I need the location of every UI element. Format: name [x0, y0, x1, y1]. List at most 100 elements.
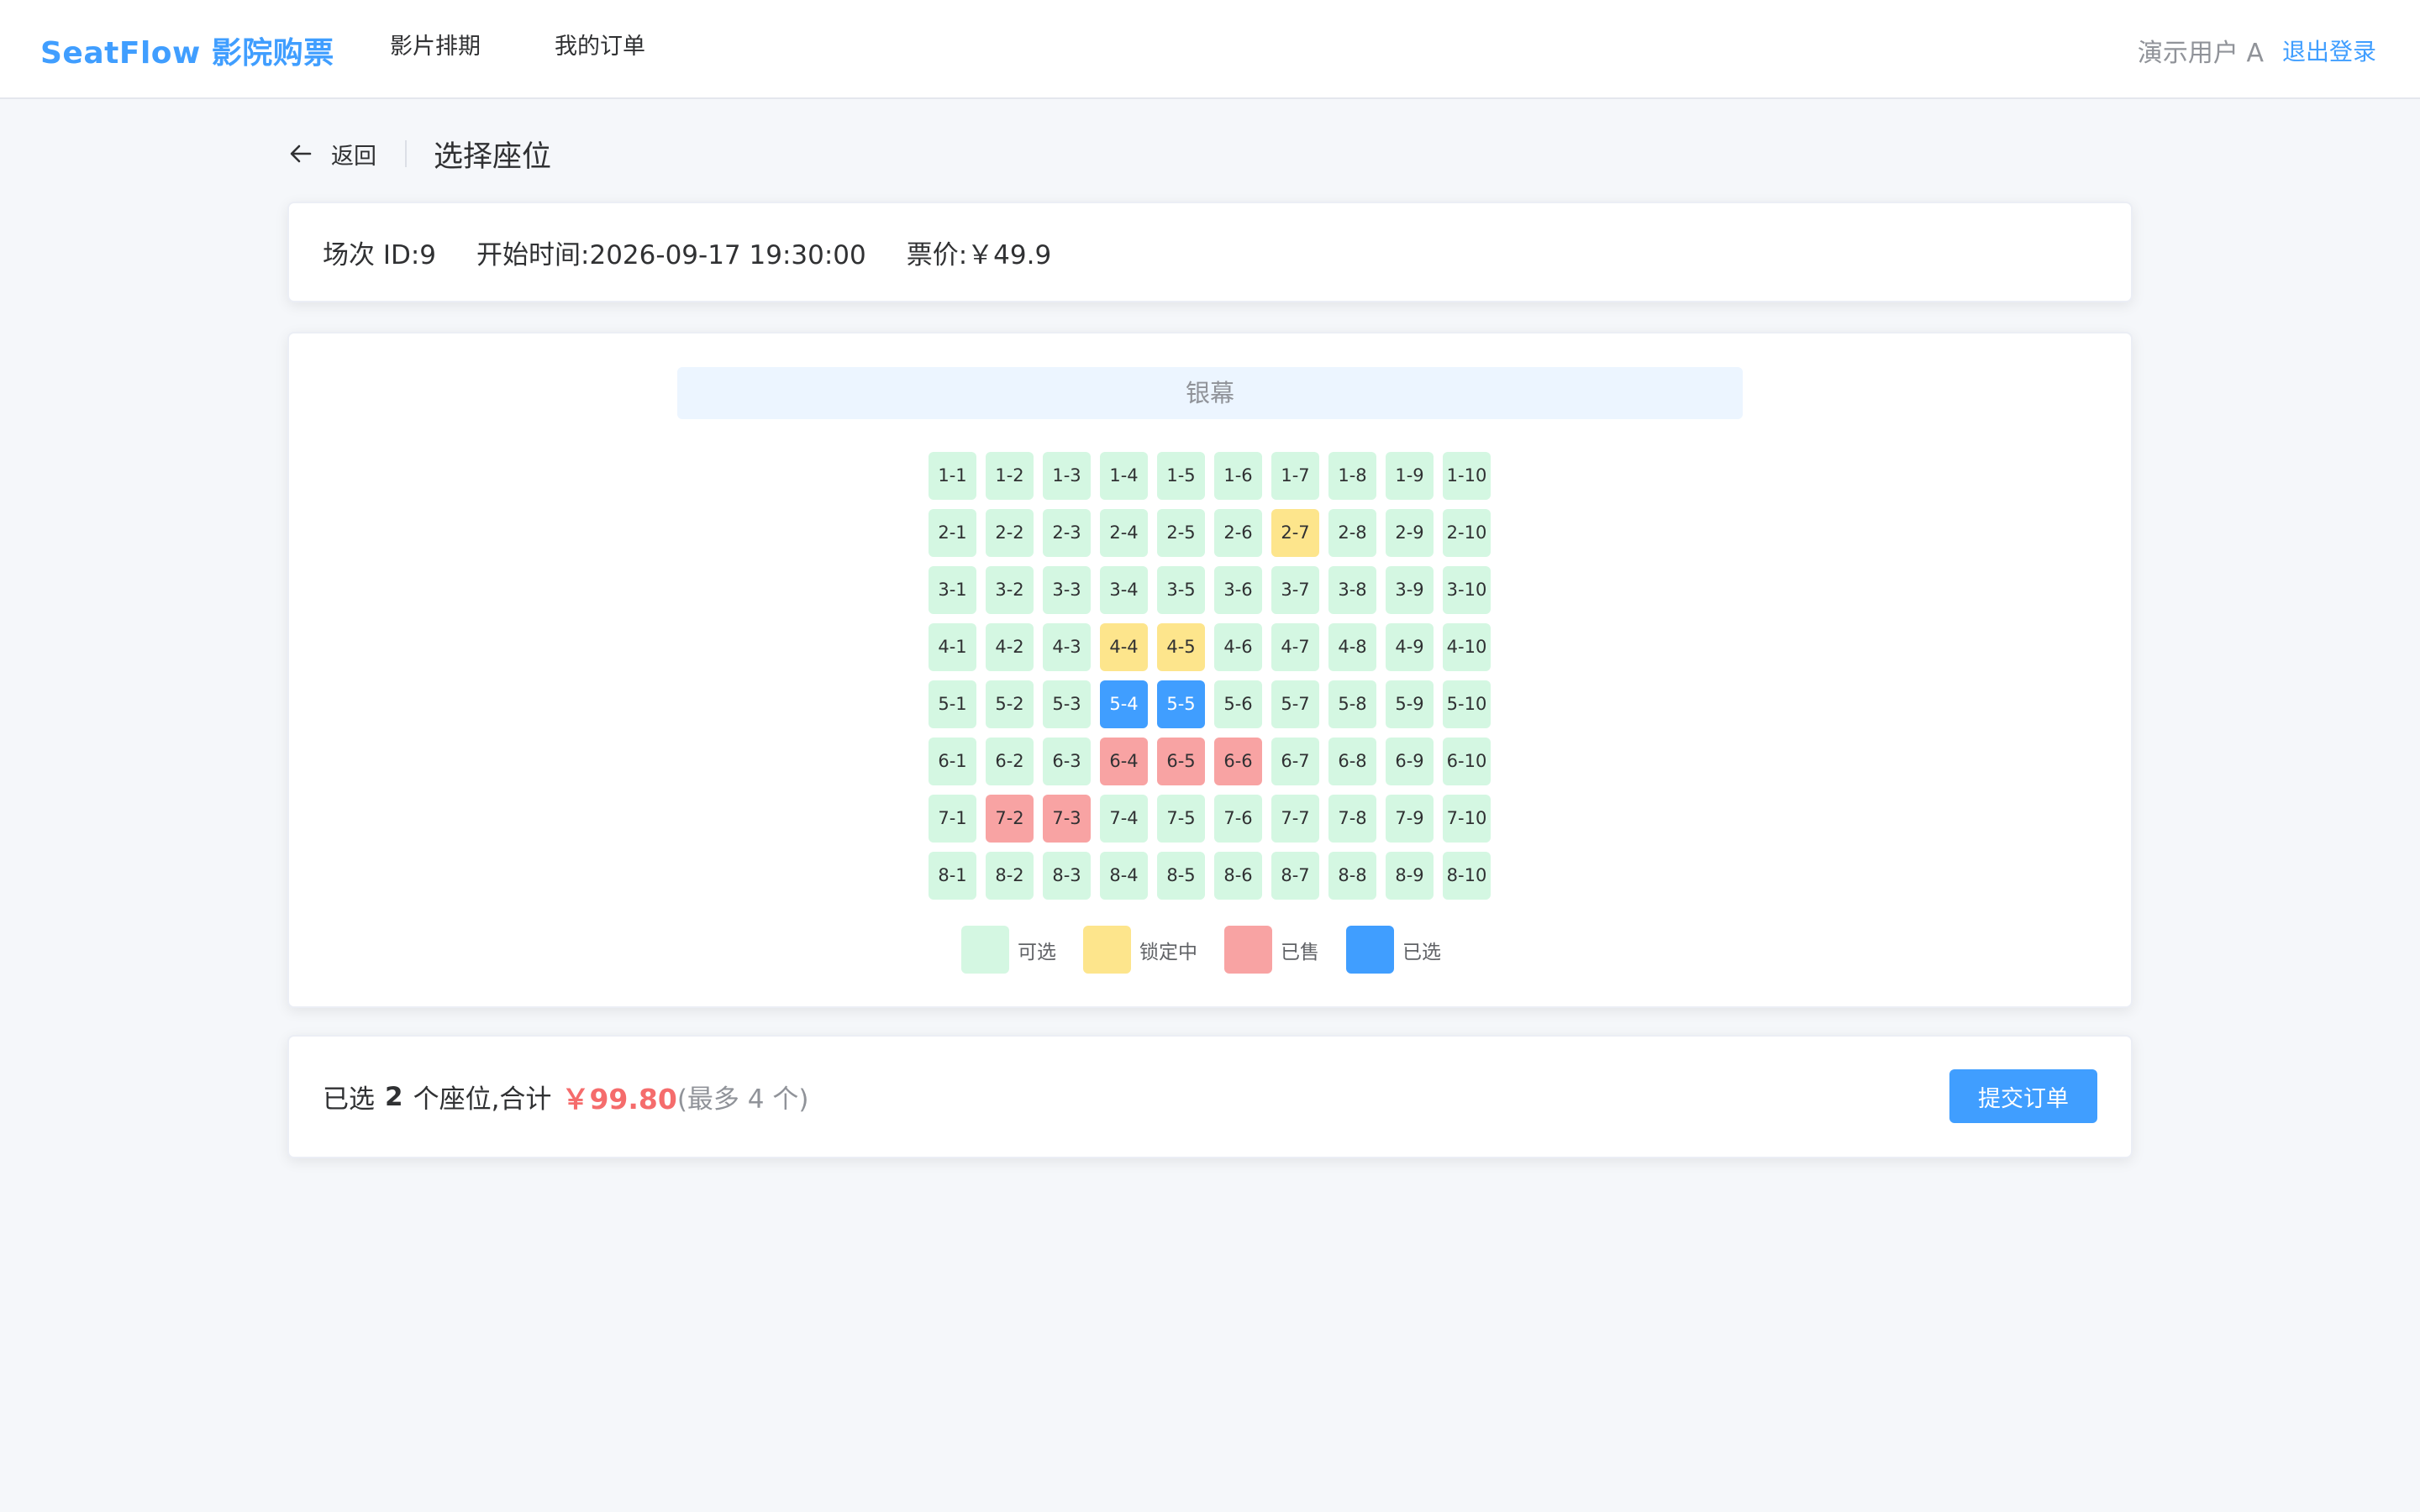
seat-4-10[interactable]: 4-10	[1443, 623, 1491, 671]
seat-2-1[interactable]: 2-1	[929, 509, 976, 557]
seat-8-10[interactable]: 8-10	[1443, 852, 1491, 900]
seat-8-6[interactable]: 8-6	[1214, 852, 1262, 900]
brand-logo[interactable]: SeatFlow 影院购票	[40, 29, 334, 72]
seat-7-3[interactable]: 7-3	[1043, 795, 1091, 843]
seat-5-2[interactable]: 5-2	[986, 680, 1034, 728]
seat-5-8[interactable]: 5-8	[1328, 680, 1376, 728]
user-area: 演示用户 A 退出登录	[2138, 32, 2376, 69]
seat-7-2[interactable]: 7-2	[986, 795, 1034, 843]
seat-6-4[interactable]: 6-4	[1100, 738, 1148, 785]
seat-8-9[interactable]: 8-9	[1386, 852, 1434, 900]
seat-1-3[interactable]: 1-3	[1043, 452, 1091, 500]
seat-2-8[interactable]: 2-8	[1328, 509, 1376, 557]
seat-1-5[interactable]: 1-5	[1157, 452, 1205, 500]
seat-4-1[interactable]: 4-1	[929, 623, 976, 671]
user-name: 演示用户 A	[2137, 39, 2264, 68]
seat-2-3[interactable]: 2-3	[1043, 509, 1091, 557]
seat-2-6[interactable]: 2-6	[1214, 509, 1262, 557]
seat-7-1[interactable]: 7-1	[929, 795, 976, 843]
seat-7-4[interactable]: 7-4	[1100, 795, 1148, 843]
seat-2-2[interactable]: 2-2	[986, 509, 1034, 557]
seat-5-10[interactable]: 5-10	[1443, 680, 1491, 728]
main-nav: 影片排期 我的订单	[353, 0, 682, 97]
seat-4-6[interactable]: 4-6	[1214, 623, 1262, 671]
seat-4-8[interactable]: 4-8	[1328, 623, 1376, 671]
seat-7-5[interactable]: 7-5	[1157, 795, 1205, 843]
seat-4-7[interactable]: 4-7	[1271, 623, 1319, 671]
seat-5-5[interactable]: 5-5	[1157, 680, 1205, 728]
seat-8-8[interactable]: 8-8	[1328, 852, 1376, 900]
seat-2-9[interactable]: 2-9	[1386, 509, 1434, 557]
seat-5-7[interactable]: 5-7	[1271, 680, 1319, 728]
seat-6-2[interactable]: 6-2	[986, 738, 1034, 785]
logout-link[interactable]: 退出登录	[2282, 34, 2376, 67]
seat-1-8[interactable]: 1-8	[1328, 452, 1376, 500]
seat-6-7[interactable]: 6-7	[1271, 738, 1319, 785]
ticket-price: 票价:￥49.9	[906, 239, 1052, 270]
seat-3-5[interactable]: 3-5	[1157, 566, 1205, 614]
seat-4-4[interactable]: 4-4	[1100, 623, 1148, 671]
seat-7-9[interactable]: 7-9	[1386, 795, 1434, 843]
legend-label: 已选	[1402, 941, 1441, 963]
seat-2-4[interactable]: 2-4	[1100, 509, 1148, 557]
legend-label: 已售	[1281, 941, 1319, 963]
seat-3-9[interactable]: 3-9	[1386, 566, 1434, 614]
seat-1-7[interactable]: 1-7	[1271, 452, 1319, 500]
seat-4-2[interactable]: 4-2	[986, 623, 1034, 671]
seat-3-7[interactable]: 3-7	[1271, 566, 1319, 614]
seat-6-3[interactable]: 6-3	[1043, 738, 1091, 785]
seat-6-6[interactable]: 6-6	[1214, 738, 1262, 785]
seat-3-2[interactable]: 3-2	[986, 566, 1034, 614]
seat-8-2[interactable]: 8-2	[986, 852, 1034, 900]
seat-grid: 1-1 1-2 1-3 1-4 1-5 1-6 1-7 1-8 1-9 1-10 2-1 2-2 2-3…	[929, 452, 1491, 900]
total-price: ￥99.80	[561, 1082, 677, 1116]
seat-2-5[interactable]: 2-5	[1157, 509, 1205, 557]
seat-3-3[interactable]: 3-3	[1043, 566, 1091, 614]
seat-1-6[interactable]: 1-6	[1214, 452, 1262, 500]
seat-7-7[interactable]: 7-7	[1271, 795, 1319, 843]
seat-map-card: 银幕 1-1 1-2 1-3 1-4 1-5 1-6 1-7 1-8 1-9 1-10 2-1 2-2…	[287, 332, 2133, 1008]
nav-item-my-orders[interactable]: 我的订单	[518, 0, 682, 97]
seat-3-1[interactable]: 3-1	[929, 566, 976, 614]
seat-6-10[interactable]: 6-10	[1443, 738, 1491, 785]
seat-8-1[interactable]: 8-1	[929, 852, 976, 900]
seat-3-10[interactable]: 3-10	[1443, 566, 1491, 614]
seat-4-9[interactable]: 4-9	[1386, 623, 1434, 671]
seat-7-10[interactable]: 7-10	[1443, 795, 1491, 843]
seat-4-5[interactable]: 4-5	[1157, 623, 1205, 671]
seat-1-9[interactable]: 1-9	[1386, 452, 1434, 500]
seat-7-8[interactable]: 7-8	[1328, 795, 1376, 843]
seat-legend: 可选 锁定中 已售 已选	[961, 926, 1468, 974]
seat-2-7[interactable]: 2-7	[1271, 509, 1319, 557]
seat-8-5[interactable]: 8-5	[1157, 852, 1205, 900]
seat-6-8[interactable]: 6-8	[1328, 738, 1376, 785]
seat-8-7[interactable]: 8-7	[1271, 852, 1319, 900]
legend-item-selected: 已选	[1346, 926, 1441, 974]
seat-4-3[interactable]: 4-3	[1043, 623, 1091, 671]
seat-1-10[interactable]: 1-10	[1443, 452, 1491, 500]
nav-item-schedule[interactable]: 影片排期	[353, 0, 518, 97]
seat-3-4[interactable]: 3-4	[1100, 566, 1148, 614]
seat-3-6[interactable]: 3-6	[1214, 566, 1262, 614]
seat-5-6[interactable]: 5-6	[1214, 680, 1262, 728]
page-title: 选择座位	[434, 139, 552, 174]
seat-8-4[interactable]: 8-4	[1100, 852, 1148, 900]
seat-8-3[interactable]: 8-3	[1043, 852, 1091, 900]
seat-5-9[interactable]: 5-9	[1386, 680, 1434, 728]
seat-5-4[interactable]: 5-4	[1100, 680, 1148, 728]
seat-1-4[interactable]: 1-4	[1100, 452, 1148, 500]
back-button[interactable]: 返回	[287, 138, 376, 171]
seat-1-2[interactable]: 1-2	[986, 452, 1034, 500]
seat-6-9[interactable]: 6-9	[1386, 738, 1434, 785]
legend-swatch-available	[961, 926, 1009, 974]
submit-order-button[interactable]: 提交订单	[1949, 1069, 2097, 1123]
seat-6-1[interactable]: 6-1	[929, 738, 976, 785]
seat-3-8[interactable]: 3-8	[1328, 566, 1376, 614]
seat-5-1[interactable]: 5-1	[929, 680, 976, 728]
seat-5-3[interactable]: 5-3	[1043, 680, 1091, 728]
seat-1-1[interactable]: 1-1	[929, 452, 976, 500]
summary-middle: 个座位,合计	[413, 1084, 552, 1115]
seat-7-6[interactable]: 7-6	[1214, 795, 1262, 843]
seat-6-5[interactable]: 6-5	[1157, 738, 1205, 785]
seat-2-10[interactable]: 2-10	[1443, 509, 1491, 557]
